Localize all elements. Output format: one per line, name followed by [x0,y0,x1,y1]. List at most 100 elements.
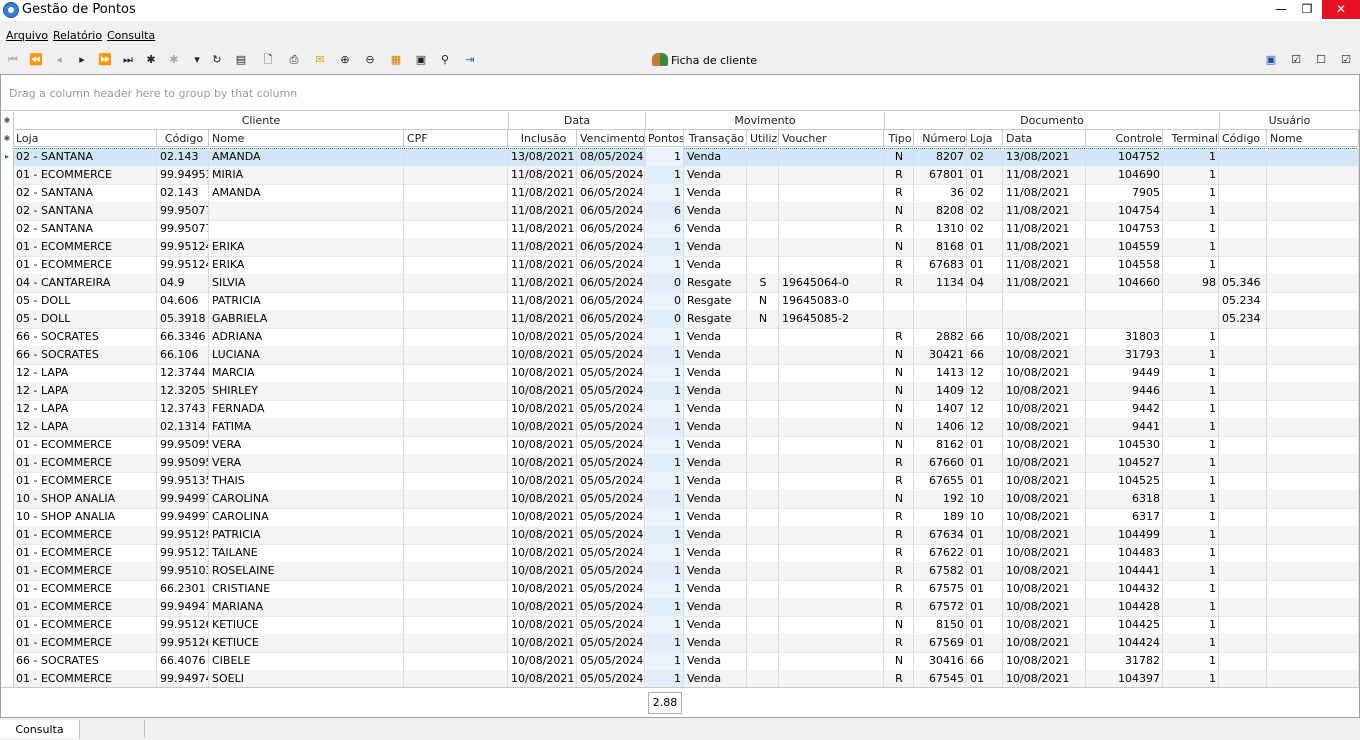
cell-inclusao[interactable]: 11/08/2021 0 [509,238,577,256]
cell-data-doc[interactable]: 10/08/2021 [1004,670,1086,688]
cell-transacao[interactable]: Venda [685,580,747,598]
cell-terminal[interactable]: 1 [1164,580,1219,598]
cell-data-doc[interactable]: 10/08/2021 [1004,508,1086,526]
cell-loja-doc[interactable]: 66 [968,652,1003,670]
export-icon[interactable]: ▣ [412,51,430,69]
cell-transacao[interactable]: Venda [685,256,747,274]
cell-loja[interactable]: 01 - ECOMMERCE [14,256,157,274]
cell-cpf[interactable] [405,490,508,508]
cell-voucher[interactable] [780,652,884,670]
table-row[interactable]: 01 - ECOMMERCE99.951249ERIKA 11/08/2021 0… [1,238,1359,257]
cell-utiliza[interactable]: S [748,274,779,292]
cell-inclusao[interactable]: 11/08/2021 [509,292,577,310]
cell-cpf[interactable] [405,508,508,526]
cell-controle[interactable] [1087,310,1163,328]
cell-pontos[interactable]: 1 [646,346,684,364]
insert-icon[interactable]: ✱ [142,51,160,69]
cell-numero[interactable] [915,292,967,310]
cell-loja[interactable]: 01 - ECOMMERCE [14,580,157,598]
cell-inclusao[interactable]: 11/08/2021 1 [509,202,577,220]
cell-cpf[interactable] [405,148,508,166]
cell-tipo[interactable]: N [885,436,914,454]
cell-controle[interactable]: 104660 [1087,274,1163,292]
cell-nome[interactable]: SOELI [210,670,404,688]
cell-vencimento[interactable]: 05/05/2024 1 [578,508,645,526]
cell-loja[interactable]: 01 - ECOMMERCE [14,616,157,634]
cell-numero[interactable]: 67572 [915,598,967,616]
cell-usuario-nome[interactable] [1268,454,1359,472]
cell-data-doc[interactable]: 10/08/2021 [1004,454,1086,472]
column-header-voucher[interactable]: Voucher [780,130,884,147]
cell-pontos[interactable]: 1 [646,670,684,688]
cell-vencimento[interactable]: 05/05/2024 1 [578,490,645,508]
cell-utiliza[interactable] [748,454,779,472]
cell-codigo[interactable]: 99.94947 [158,598,209,616]
cell-inclusao[interactable]: 10/08/2021 1 [509,508,577,526]
cell-terminal[interactable]: 1 [1164,472,1219,490]
cell-data-doc[interactable]: 11/08/2021 [1004,166,1086,184]
cell-nome[interactable]: FATIMA [210,418,404,436]
cell-tipo[interactable]: N [885,616,914,634]
cell-data-doc[interactable]: 10/08/2021 [1004,544,1086,562]
row-indicator[interactable] [1,292,14,310]
preview-icon[interactable]: 🗋 [259,51,277,69]
cell-transacao[interactable]: Resgate [685,274,747,292]
cell-controle[interactable]: 104753 [1087,220,1163,238]
cell-usuario-nome[interactable] [1268,310,1359,328]
cell-loja[interactable]: 12 - LAPA [14,418,157,436]
cell-utiliza[interactable] [748,238,779,256]
cell-vencimento[interactable]: 05/05/2024 1 [578,616,645,634]
cell-terminal[interactable]: 1 [1164,508,1219,526]
cell-usuario-codigo[interactable] [1220,184,1267,202]
cell-loja[interactable]: 01 - ECOMMERCE [14,544,157,562]
cell-loja-doc[interactable]: 02 [968,148,1003,166]
row-indicator[interactable] [1,454,14,472]
cell-loja-doc[interactable]: 01 [968,472,1003,490]
cell-usuario-codigo[interactable]: 05.234 [1220,292,1267,310]
cell-pontos[interactable]: 1 [646,562,684,580]
cell-inclusao[interactable]: 10/08/2021 1 [509,346,577,364]
table-row[interactable]: 10 - SHOP ANALIA99.949974CAROLINA 10/08/2… [1,490,1359,509]
cell-transacao[interactable]: Venda [685,490,747,508]
cell-codigo[interactable]: 99.951230 [158,544,209,562]
cell-terminal[interactable]: 1 [1164,526,1219,544]
cell-nome[interactable]: VERA [210,436,404,454]
cell-cpf[interactable] [405,418,508,436]
cell-controle[interactable]: 104499 [1087,526,1163,544]
cell-pontos[interactable]: 1 [646,508,684,526]
cell-inclusao[interactable]: 10/08/2021 1 [509,544,577,562]
cell-tipo[interactable]: R [885,328,914,346]
cell-transacao[interactable]: Venda [685,418,747,436]
band-usuario[interactable]: Usuário [1220,112,1360,130]
cell-loja-doc[interactable]: 02 [968,184,1003,202]
cell-cpf[interactable] [405,346,508,364]
zoom-in-icon[interactable]: ⊕ [336,51,354,69]
cell-nome[interactable]: SHIRLEY [210,382,404,400]
cell-loja[interactable]: 05 - DOLL [14,310,157,328]
cell-numero[interactable]: 67655 [915,472,967,490]
cell-loja[interactable]: 02 - SANTANA [14,184,157,202]
cell-loja[interactable]: 01 - ECOMMERCE [14,526,157,544]
cell-loja[interactable]: 66 - SOCRATES [14,346,157,364]
cell-usuario-nome[interactable] [1268,490,1359,508]
row-indicator[interactable]: ▸ [1,148,14,166]
cell-usuario-nome[interactable] [1268,526,1359,544]
table-row[interactable]: 01 - ECOMMERCE 99.95126 KETIUCE 10/08/2021 … [1,634,1359,653]
cell-usuario-nome[interactable] [1268,580,1359,598]
table-row[interactable]: 66 - SOCRATES66.3346ADRIANA10/08/2021 10… [1,328,1359,347]
cell-usuario-codigo[interactable]: 05.234 [1220,310,1267,328]
cell-loja-doc[interactable]: 01 [968,598,1003,616]
cell-nome[interactable]: VERA [210,454,404,472]
cell-cpf[interactable] [405,238,508,256]
cell-vencimento[interactable]: 05/05/2024 1 [578,652,645,670]
cell-pontos[interactable]: 1 [646,382,684,400]
cell-loja-doc[interactable]: 10 [968,490,1003,508]
cell-cpf[interactable] [405,634,508,652]
cell-vencimento[interactable]: 06/05/2024 1 [578,202,645,220]
cell-loja[interactable]: 01 - ECOMMERCE [14,634,157,652]
cell-voucher[interactable]: 19645085-2 [780,310,884,328]
cell-controle[interactable]: 104530 [1087,436,1163,454]
cell-voucher[interactable] [780,382,884,400]
cell-controle[interactable]: 9446 [1087,382,1163,400]
cell-numero[interactable]: 2882 [915,328,967,346]
